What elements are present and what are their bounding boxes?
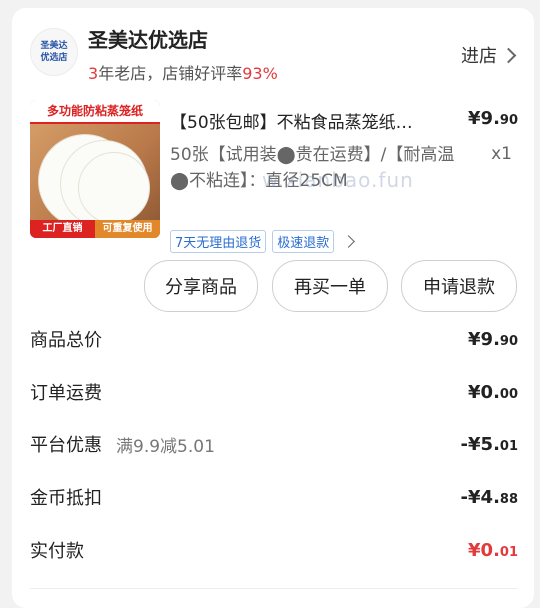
total-dec: 90 <box>499 333 518 349</box>
total-value: ¥9.90 <box>468 329 518 350</box>
shipping-dec: 00 <box>499 386 518 402</box>
summary-row-total: 商品总价 ¥9.90 <box>30 324 518 354</box>
store-meta: 3年老店，店铺好评率93% <box>88 60 278 84</box>
chevron-right-icon <box>500 47 517 63</box>
watermark: w.xianbao.fun <box>262 168 414 192</box>
shipping-int: ¥0. <box>468 381 500 403</box>
product-price-dec: 90 <box>499 113 518 128</box>
tag-fast-refund: 极速退款 <box>272 230 335 253</box>
product-title[interactable]: 【50张包邮】不粘食品蒸笼纸… <box>170 108 460 133</box>
summary-row-shipping: 订单运费 ¥0.00 <box>30 377 518 407</box>
image-footer-right: 可重复使用 <box>95 220 160 238</box>
order-card: 圣美达 优选店 圣美达优选店 3年老店，店铺好评率93% 进店 多功能防粘蒸笼纸… <box>12 8 534 608</box>
paid-value: ¥0.01 <box>468 540 518 561</box>
total-int: ¥9. <box>468 328 500 350</box>
paid-label: 实付款 <box>30 541 84 562</box>
enter-store-button[interactable]: 进店 <box>461 42 517 68</box>
summary-row-discount[interactable]: 平台优惠 满9.9减5.01 -¥5.01 <box>30 429 518 459</box>
service-tags[interactable]: 7天无理由退货 极速退款 <box>170 230 356 253</box>
store-logo[interactable]: 圣美达 优选店 <box>30 28 78 76</box>
paid-int: ¥0. <box>468 539 500 561</box>
product-quantity: x1 <box>491 144 512 164</box>
paid-dec: 01 <box>499 544 518 560</box>
discount-label: 平台优惠 <box>30 435 102 456</box>
share-product-button[interactable]: 分享商品 <box>144 260 258 312</box>
coin-label: 金币抵扣 <box>30 488 102 509</box>
shipping-label: 订单运费 <box>30 383 102 404</box>
summary-row-coins: 金币抵扣 -¥4.88 <box>30 482 518 512</box>
request-refund-button[interactable]: 申请退款 <box>401 260 517 312</box>
store-meta-text: 年老店，店铺好评率 <box>98 64 243 83</box>
buy-again-button[interactable]: 再买一单 <box>272 260 388 312</box>
divider <box>30 588 518 589</box>
product-price-int: ¥9. <box>468 108 500 129</box>
store-rating: 93% <box>242 64 278 83</box>
image-footer-left: 工厂直销 <box>30 220 95 238</box>
store-logo-line1: 圣美达 <box>40 41 68 51</box>
enter-store-label: 进店 <box>461 46 497 67</box>
coin-int: -¥4. <box>460 486 500 508</box>
product-image[interactable]: 多功能防粘蒸笼纸 工厂直销 可重复使用 <box>30 100 160 238</box>
store-name[interactable]: 圣美达优选店 <box>88 24 208 53</box>
coin-value: -¥4.88 <box>461 487 518 508</box>
discount-int: -¥5. <box>460 433 500 455</box>
store-years: 3 <box>88 64 99 83</box>
product-image-footer: 工厂直销 可重复使用 <box>30 220 160 238</box>
product-price: ¥9.90 <box>468 108 518 129</box>
total-label: 商品总价 <box>30 330 102 351</box>
chevron-right-icon <box>342 235 356 248</box>
discount-value: -¥5.01 <box>461 434 518 455</box>
paper-disk <box>78 152 150 224</box>
discount-dec: 01 <box>499 438 518 454</box>
coin-dec: 88 <box>499 491 518 507</box>
store-logo-line2: 优选店 <box>40 53 68 63</box>
summary-row-paid: 实付款 ¥0.01 <box>30 535 518 565</box>
tag-return-policy: 7天无理由退货 <box>170 230 267 253</box>
discount-note: 满9.9减5.01 <box>116 436 215 457</box>
product-image-banner: 多功能防粘蒸笼纸 <box>30 100 160 124</box>
shipping-value: ¥0.00 <box>468 382 518 403</box>
